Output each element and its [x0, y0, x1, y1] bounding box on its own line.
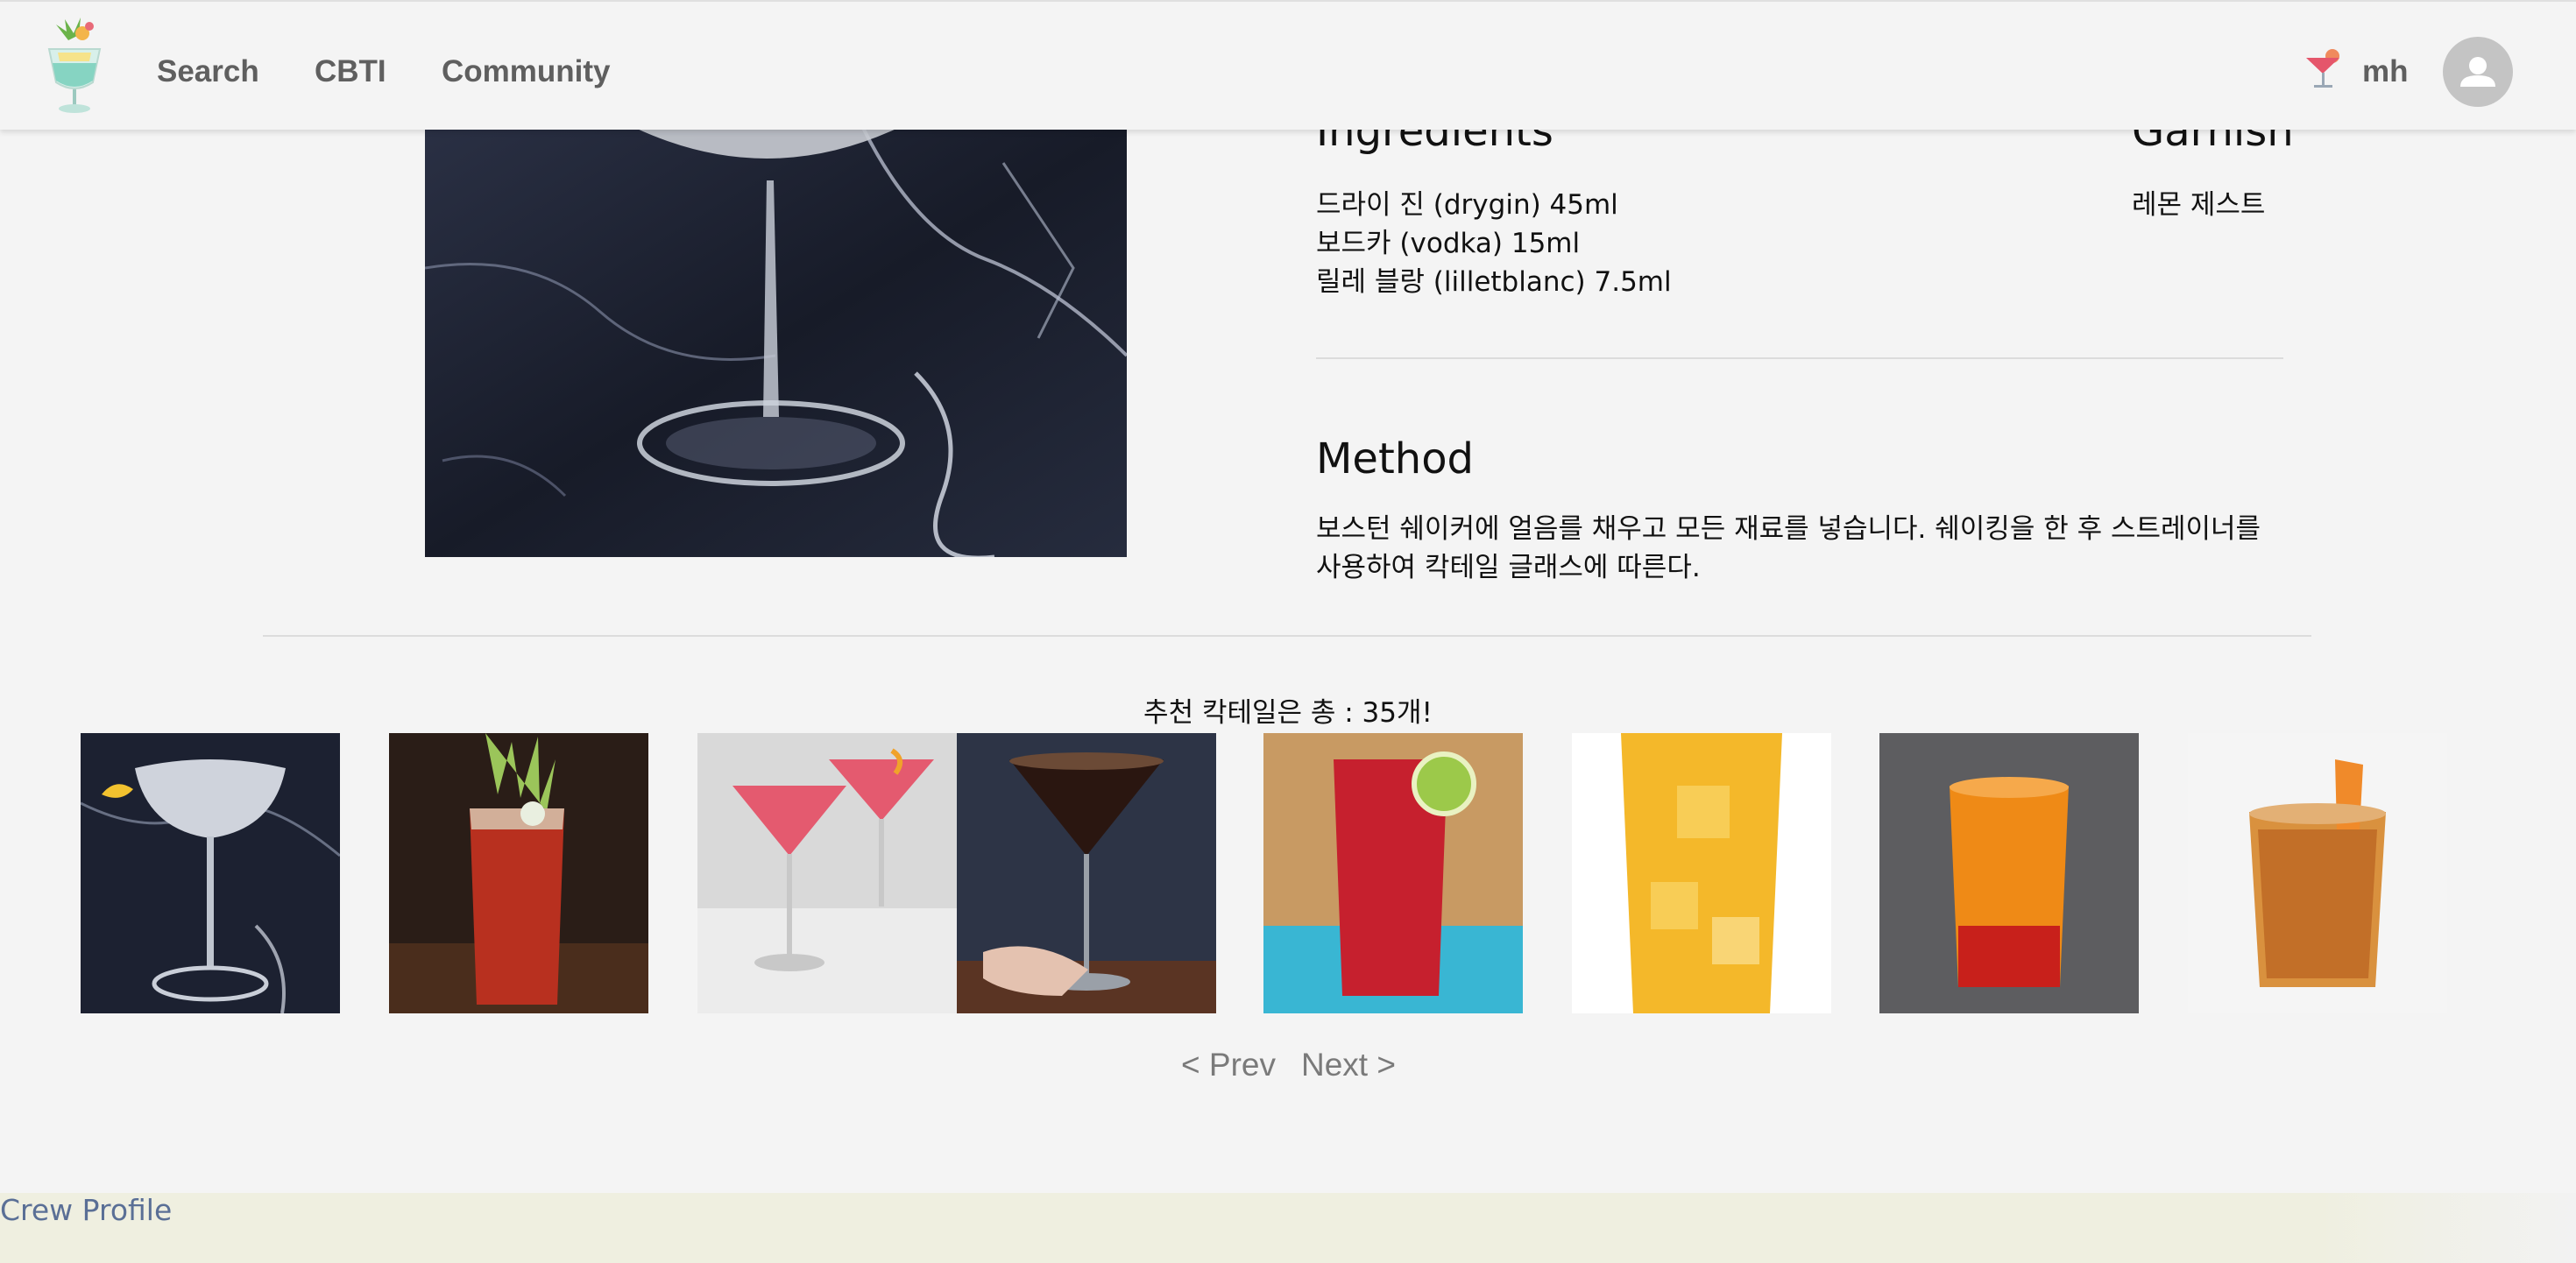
recommend-card[interactable] — [389, 733, 648, 1013]
avatar[interactable] — [2443, 37, 2513, 107]
recommend-card[interactable] — [697, 733, 957, 1013]
crew-profile-link[interactable]: Crew Profile — [0, 1193, 172, 1228]
nav-cbti-link[interactable]: CBTI — [315, 51, 386, 93]
ingredient-item: 드라이 진 (drygin) 45ml — [1316, 189, 1618, 221]
method-text: 보스턴 쉐이커에 얼음를 채우고 모든 재료를 넣습니다. 쉐이킹을 한 후 스… — [1316, 513, 2261, 583]
recommend-card[interactable] — [2188, 733, 2447, 1013]
nav-search-link[interactable]: Search — [157, 51, 259, 93]
prev-page-button[interactable]: < Prev — [1181, 1044, 1276, 1086]
user-icon — [2460, 57, 2495, 87]
footer — [0, 1193, 2576, 1263]
ingredient-item: 릴레 블랑 (lilletblanc) 7.5ml — [1316, 266, 1672, 298]
ingredient-list: 드라이 진 (drygin) 45ml 보드카 (vodka) 15ml 릴레 … — [1316, 186, 1672, 301]
recommend-card[interactable] — [81, 733, 340, 1013]
top-navbar: Search CBTI Community mh — [0, 0, 2576, 130]
martini-icon — [2306, 49, 2339, 88]
ingredient-item: 보드카 (vodka) 15ml — [1316, 228, 1581, 259]
cocktail-logo-icon[interactable] — [42, 14, 107, 116]
nav-community-link[interactable]: Community — [442, 51, 611, 93]
garnish-text: 레몬 제스트 — [2132, 189, 2266, 221]
recommend-count-text: 추천 칵테일은 총 : 35개! — [1143, 697, 1433, 729]
recommend-card[interactable] — [1879, 733, 2139, 1013]
recommend-card[interactable] — [1263, 733, 1523, 1013]
recommend-card[interactable] — [1572, 733, 1831, 1013]
next-page-button[interactable]: Next > — [1301, 1044, 1396, 1086]
username-label[interactable]: mh — [2362, 51, 2409, 93]
content-divider — [263, 635, 2311, 637]
recommend-card[interactable] — [957, 733, 1216, 1013]
section-divider — [1316, 357, 2283, 359]
method-heading: Method — [1316, 434, 1475, 483]
cocktail-hero-image — [425, 128, 1127, 557]
